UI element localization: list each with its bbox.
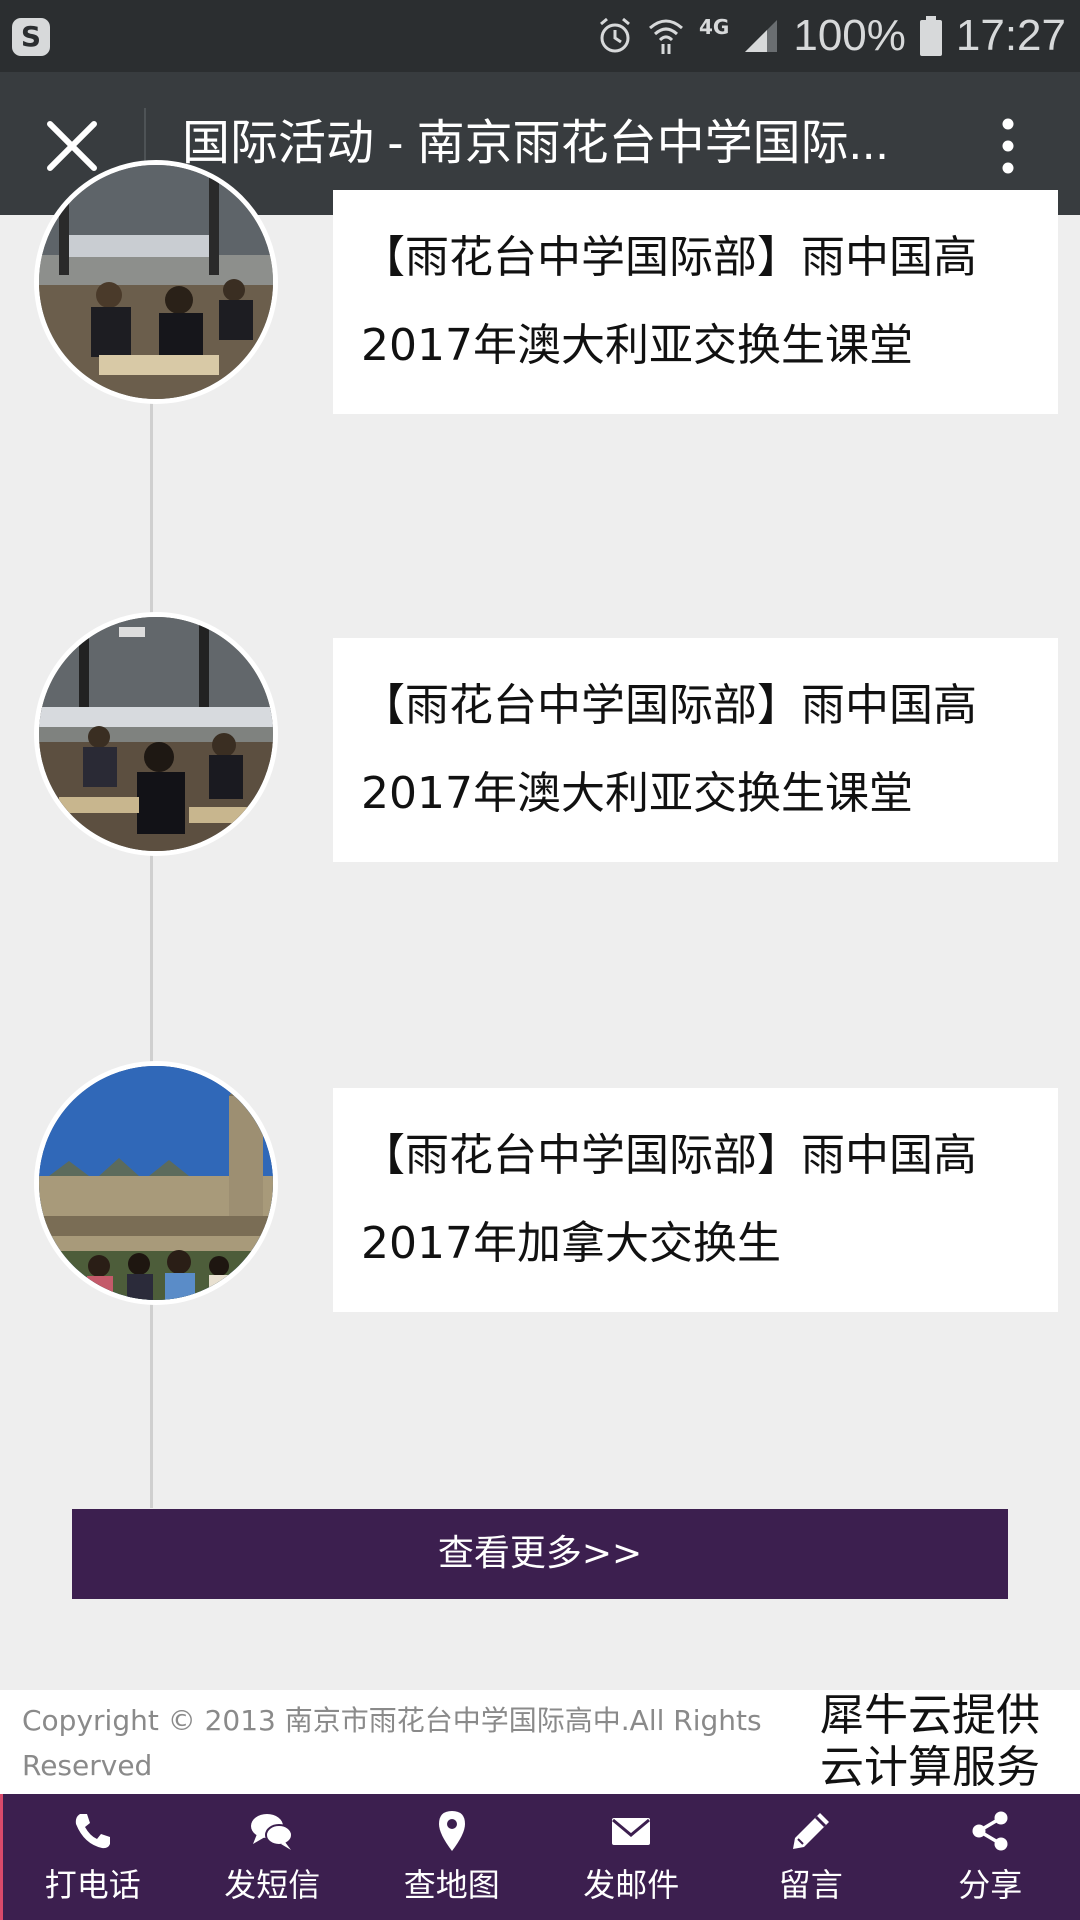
network-type: 4G bbox=[699, 15, 730, 39]
nav-sms[interactable]: 发短信 bbox=[183, 1794, 363, 1920]
map-pin-icon bbox=[438, 1811, 465, 1851]
classroom-photo bbox=[39, 165, 273, 399]
phone-icon bbox=[75, 1814, 110, 1849]
mail-icon bbox=[612, 1818, 651, 1845]
nav-map[interactable]: 查地图 bbox=[362, 1794, 542, 1920]
card-title-line1: 【雨花台中学国际部】雨中国高 bbox=[361, 232, 977, 283]
nav-label: 留言 bbox=[778, 1866, 843, 1904]
cloud-provider-link[interactable]: 犀牛云提供 云计算服务 bbox=[820, 1690, 1070, 1794]
nav-label: 发短信 bbox=[224, 1866, 321, 1904]
timeline-card[interactable]: 【雨花台中学国际部】雨中国高 2017年加拿大交换生 bbox=[333, 1088, 1058, 1312]
timeline-photo[interactable] bbox=[34, 1061, 278, 1305]
classroom-photo bbox=[39, 617, 273, 851]
nav-share[interactable]: 分享 bbox=[901, 1794, 1080, 1920]
page-title: 国际活动 - 南京雨花台中学国际... bbox=[182, 117, 889, 170]
nav-message[interactable]: 留言 bbox=[721, 1794, 901, 1920]
nav-email[interactable]: 发邮件 bbox=[542, 1794, 722, 1920]
nav-label: 打电话 bbox=[44, 1866, 141, 1904]
card-title-line2: 2017年澳大利亚交换生课堂 bbox=[361, 320, 913, 371]
clock: 17:27 bbox=[955, 11, 1066, 60]
nav-label: 发邮件 bbox=[583, 1866, 680, 1904]
nav-label: 分享 bbox=[958, 1866, 1023, 1904]
timeline-photo[interactable] bbox=[34, 160, 278, 404]
nav-call[interactable]: 打电话 bbox=[3, 1794, 183, 1920]
close-icon[interactable] bbox=[44, 118, 100, 174]
timeline-line bbox=[150, 215, 153, 1508]
view-more-button[interactable]: 查看更多>> bbox=[72, 1509, 1008, 1599]
timeline-card[interactable]: 【雨花台中学国际部】雨中国高 2017年澳大利亚交换生课堂 bbox=[333, 190, 1058, 414]
wifi-icon bbox=[649, 19, 683, 54]
card-title-line1: 【雨花台中学国际部】雨中国高 bbox=[361, 1130, 977, 1181]
share-icon bbox=[972, 1811, 1008, 1851]
status-bar: 4G 100% 17:27 bbox=[0, 0, 1080, 72]
signal-icon bbox=[745, 20, 778, 52]
card-title-line1: 【雨花台中学国际部】雨中国高 bbox=[361, 680, 977, 731]
copyright-line1: Copyright © 2013 南京市雨花台中学国际高中.All Rights bbox=[22, 1704, 762, 1737]
provider-line1: 犀牛云提供 bbox=[820, 1690, 1040, 1741]
card-title-line2: 2017年澳大利亚交换生课堂 bbox=[361, 768, 913, 819]
chat-icon bbox=[251, 1814, 294, 1850]
more-options-icon[interactable] bbox=[990, 116, 1026, 176]
parliament-photo bbox=[39, 1066, 273, 1300]
copyright-line2: Reserved bbox=[22, 1749, 153, 1782]
status-icons: 4G 100% 17:27 bbox=[597, 8, 1066, 64]
app-notification-icon bbox=[12, 18, 50, 56]
battery-percent: 100% bbox=[793, 11, 906, 60]
battery-icon bbox=[919, 16, 942, 56]
footer: Copyright © 2013 南京市雨花台中学国际高中.All Rights… bbox=[0, 1690, 1080, 1794]
card-title-line2: 2017年加拿大交换生 bbox=[361, 1218, 781, 1269]
provider-line2: 云计算服务 bbox=[820, 1742, 1040, 1793]
timeline-photo[interactable] bbox=[34, 612, 278, 856]
nav-label: 查地图 bbox=[403, 1866, 500, 1904]
pencil-icon bbox=[792, 1813, 829, 1849]
alarm-icon bbox=[600, 17, 630, 53]
copyright-text: Copyright © 2013 南京市雨花台中学国际高中.All Rights… bbox=[22, 1698, 762, 1788]
timeline-card[interactable]: 【雨花台中学国际部】雨中国高 2017年澳大利亚交换生课堂 bbox=[333, 638, 1058, 862]
bottom-nav: 打电话 发短信 查地图 发邮件 留言 分享 bbox=[0, 1794, 1080, 1920]
